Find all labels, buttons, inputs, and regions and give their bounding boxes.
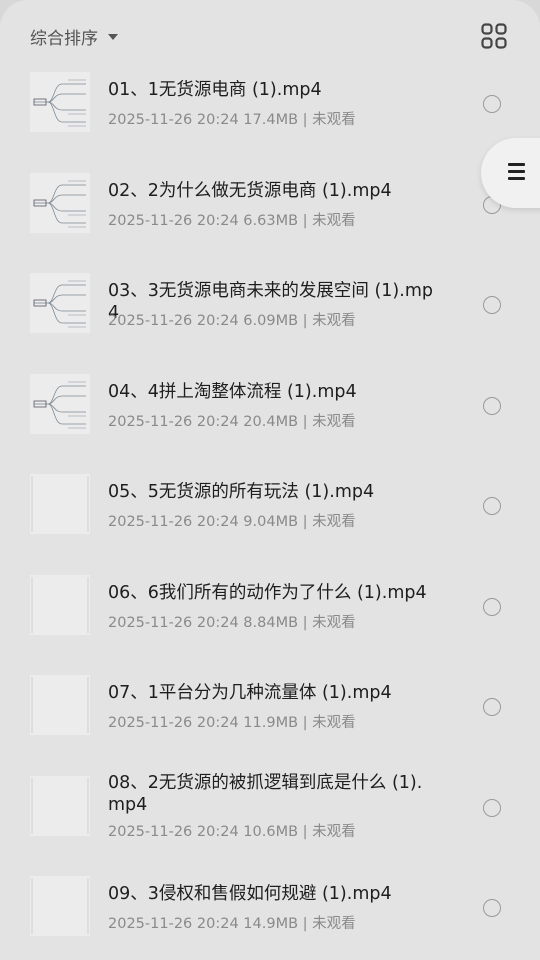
file-title: 09、3侵权和售假如何规避 (1).mp4 bbox=[108, 884, 392, 904]
file-date: 2025-11-26 20:24 bbox=[108, 212, 239, 229]
sort-dropdown[interactable]: 综合排序 bbox=[30, 22, 118, 50]
file-row[interactable]: 05、5无货源的所有玩法 (1).mp4 2025-11-26 20:24 9.… bbox=[0, 462, 540, 563]
caret-down-icon bbox=[108, 34, 118, 40]
file-size: 14.9MB bbox=[243, 916, 303, 932]
file-meta: 2025-11-26 20:24 6.09MB | 未观看 bbox=[108, 309, 356, 330]
video-thumbnail bbox=[30, 574, 90, 635]
watch-status: 未观看 bbox=[312, 112, 356, 128]
file-size: 6.09MB bbox=[243, 313, 303, 329]
file-meta: 2025-11-26 20:24 11.9MB | 未观看 bbox=[108, 711, 356, 732]
file-meta: 2025-11-26 20:24 17.4MB | 未观看 bbox=[108, 108, 356, 129]
file-size: 6.63MB bbox=[243, 212, 303, 229]
file-date: 2025-11-26 20:24 bbox=[108, 313, 239, 329]
file-list-sheet: 综合排序 01、1无货源电商 (1).mp4 2025-11-26 20:24 … bbox=[0, 0, 540, 960]
file-size: 17.4MB bbox=[243, 112, 303, 128]
watch-status: 未观看 bbox=[312, 313, 356, 329]
file-size: 9.04MB bbox=[243, 514, 303, 530]
meta-separator: | bbox=[302, 614, 308, 631]
file-title: 01、1无货源电商 (1).mp4 bbox=[108, 80, 322, 100]
file-row[interactable]: 06、6我们所有的动作为了什么 (1).mp4 2025-11-26 20:24… bbox=[0, 563, 540, 664]
watch-status: 未观看 bbox=[312, 916, 356, 932]
watch-status: 未观看 bbox=[312, 614, 356, 631]
file-title: 02、2为什么做无货源电商 (1).mp4 bbox=[108, 180, 392, 201]
grid-view-icon[interactable] bbox=[480, 22, 508, 50]
select-radio[interactable] bbox=[483, 597, 501, 616]
file-date: 2025-11-26 20:24 bbox=[108, 823, 239, 840]
file-date: 2025-11-26 20:24 bbox=[108, 715, 239, 731]
select-radio[interactable] bbox=[483, 95, 501, 113]
watch-status: 未观看 bbox=[312, 715, 356, 731]
watch-status: 未观看 bbox=[312, 823, 356, 840]
meta-separator: | bbox=[302, 514, 308, 530]
meta-separator: | bbox=[302, 715, 308, 731]
meta-separator: | bbox=[302, 112, 308, 128]
file-row[interactable]: 09、3侵权和售假如何规避 (1).mp4 2025-11-26 20:24 1… bbox=[0, 864, 540, 960]
video-thumbnail bbox=[30, 273, 90, 333]
meta-separator: | bbox=[302, 823, 308, 840]
file-row[interactable]: 02、2为什么做无货源电商 (1).mp4 2025-11-26 20:24 6… bbox=[0, 161, 540, 262]
video-thumbnail bbox=[30, 474, 90, 534]
file-date: 2025-11-26 20:24 bbox=[108, 413, 239, 430]
video-thumbnail bbox=[30, 373, 90, 434]
file-date: 2025-11-26 20:24 bbox=[108, 514, 239, 530]
file-row[interactable]: 03、3无货源电商未来的发展空间 (1).mp4 2025-11-26 20:2… bbox=[0, 261, 540, 362]
video-file-list: 01、1无货源电商 (1).mp4 2025-11-26 20:24 17.4M… bbox=[0, 60, 540, 960]
select-radio[interactable] bbox=[483, 698, 501, 716]
meta-separator: | bbox=[302, 413, 308, 430]
file-size: 20.4MB bbox=[243, 413, 303, 430]
file-size: 10.6MB bbox=[243, 823, 303, 840]
file-meta: 2025-11-26 20:24 9.04MB | 未观看 bbox=[108, 510, 356, 531]
file-meta: 2025-11-26 20:24 14.9MB | 未观看 bbox=[108, 912, 356, 933]
file-date: 2025-11-26 20:24 bbox=[108, 112, 239, 128]
file-row[interactable]: 08、2无货源的被抓逻辑到底是什么 (1).mp4 2025-11-26 20:… bbox=[0, 764, 540, 865]
meta-separator: | bbox=[302, 212, 308, 229]
sort-label: 综合排序 bbox=[30, 28, 98, 49]
meta-separator: | bbox=[302, 916, 308, 932]
file-date: 2025-11-26 20:24 bbox=[108, 614, 239, 631]
video-thumbnail bbox=[30, 675, 90, 735]
file-size: 8.84MB bbox=[243, 614, 303, 631]
file-meta: 2025-11-26 20:24 6.63MB | 未观看 bbox=[108, 209, 356, 230]
watch-status: 未观看 bbox=[312, 413, 356, 430]
file-title: 05、5无货源的所有玩法 (1).mp4 bbox=[108, 482, 375, 502]
select-radio[interactable] bbox=[483, 798, 501, 817]
file-title: 06、6我们所有的动作为了什么 (1).mp4 bbox=[108, 582, 427, 603]
video-thumbnail bbox=[30, 72, 90, 132]
file-title: 04、4拼上淘整体流程 (1).mp4 bbox=[108, 381, 357, 402]
file-meta: 2025-11-26 20:24 8.84MB | 未观看 bbox=[108, 611, 356, 632]
select-radio[interactable] bbox=[483, 899, 501, 917]
select-radio[interactable] bbox=[483, 296, 501, 314]
file-row[interactable]: 04、4拼上淘整体流程 (1).mp4 2025-11-26 20:24 20.… bbox=[0, 362, 540, 463]
video-thumbnail bbox=[30, 172, 90, 233]
video-thumbnail bbox=[30, 775, 90, 836]
file-title: 08、2无货源的被抓逻辑到底是什么 (1).mp4 bbox=[108, 772, 423, 815]
select-radio[interactable] bbox=[483, 396, 501, 415]
file-meta: 2025-11-26 20:24 20.4MB | 未观看 bbox=[108, 410, 356, 431]
video-thumbnail bbox=[30, 876, 90, 936]
watch-status: 未观看 bbox=[312, 212, 356, 229]
file-meta: 2025-11-26 20:24 10.6MB | 未观看 bbox=[108, 820, 356, 841]
file-size: 11.9MB bbox=[243, 715, 303, 731]
meta-separator: | bbox=[302, 313, 308, 329]
file-date: 2025-11-26 20:24 bbox=[108, 916, 239, 932]
file-row[interactable]: 01、1无货源电商 (1).mp4 2025-11-26 20:24 17.4M… bbox=[0, 60, 540, 161]
file-title: 07、1平台分为几种流量体 (1).mp4 bbox=[108, 683, 392, 703]
watch-status: 未观看 bbox=[312, 514, 356, 530]
select-radio[interactable] bbox=[483, 497, 501, 515]
file-row[interactable]: 07、1平台分为几种流量体 (1).mp4 2025-11-26 20:24 1… bbox=[0, 663, 540, 764]
